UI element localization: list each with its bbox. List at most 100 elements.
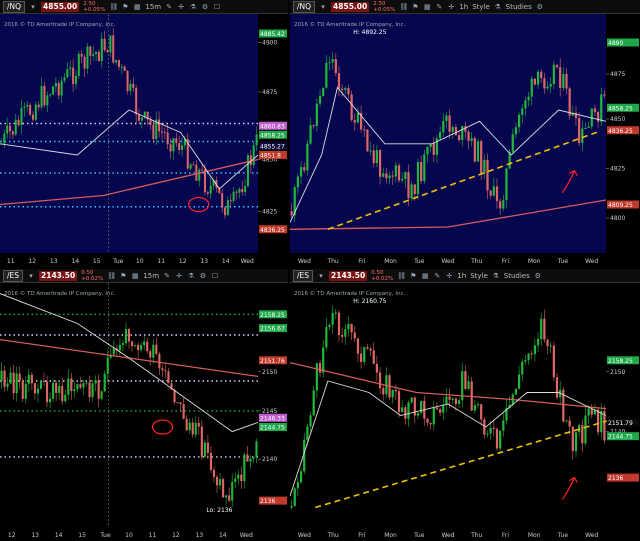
candle-body xyxy=(410,184,413,199)
candle-body xyxy=(244,186,247,193)
dropdown-icon[interactable]: ▾ xyxy=(29,3,37,11)
candle-body xyxy=(394,389,397,392)
candle-body xyxy=(385,173,388,179)
candle-body xyxy=(149,351,152,358)
studies-icon[interactable]: ⚗ xyxy=(189,3,197,11)
candle-body xyxy=(135,87,138,115)
candle-body xyxy=(473,405,476,411)
candle-body xyxy=(536,339,540,346)
symbol-selector[interactable]: /ES xyxy=(3,269,24,282)
candle-body xyxy=(549,345,552,347)
symbol-selector[interactable]: /NQ xyxy=(293,0,316,13)
chart-panel-es-1h[interactable]: /ES ▾ 2143.50 0.50 +0.02% ⛓ ⚑ ▦ ✎ ✛ 1h S… xyxy=(290,269,640,541)
candle-body xyxy=(237,474,240,479)
drawing-icon[interactable]: ✎ xyxy=(165,3,173,11)
crosshair-icon[interactable]: ✛ xyxy=(177,3,185,11)
symbol-selector[interactable]: /NQ xyxy=(3,0,26,13)
studies-icon[interactable]: ⚗ xyxy=(494,3,502,11)
chart-type-icon[interactable]: ▦ xyxy=(133,3,141,11)
candle-body xyxy=(138,114,141,121)
candle-body xyxy=(527,96,530,101)
candle-body xyxy=(46,95,49,106)
crosshair-icon[interactable]: ✛ xyxy=(445,272,453,280)
candle-body xyxy=(587,408,590,416)
candle-body xyxy=(106,357,109,374)
candle-body xyxy=(240,474,243,481)
settings-icon[interactable]: ⚙ xyxy=(199,272,207,280)
chart-panel-nq-1h[interactable]: /NQ ▾ 4855.00 2.50 +0.05% ⛓ ⚑ ▦ ✎ ✛ 1h S… xyxy=(290,0,640,267)
crosshair-icon[interactable]: ✛ xyxy=(175,272,183,280)
studies-menu[interactable]: Studies xyxy=(506,3,532,11)
settings-icon[interactable]: ⚙ xyxy=(201,3,209,11)
timeframe-selector[interactable]: 1h xyxy=(457,272,466,280)
chart-canvas[interactable]: 2016 © TD Ameritrade IP Company, Inc.H: … xyxy=(290,283,640,541)
timeframe-selector[interactable]: 15m xyxy=(143,272,159,280)
timeframe-selector[interactable]: 15m xyxy=(145,3,161,11)
time-axis-label: Wed xyxy=(441,532,454,539)
candle-body xyxy=(249,458,252,462)
time-axis-label: 12 xyxy=(179,258,187,265)
candle-body xyxy=(206,192,209,194)
time-axis-label: 10 xyxy=(136,258,144,265)
chart-panel-nq-15m[interactable]: /NQ ▾ 4855.00 2.50 +0.05% ⛓ ⚑ ▦ 15m ✎ ✛ … xyxy=(0,0,288,267)
candle-body xyxy=(85,382,88,384)
candle-body xyxy=(14,119,17,135)
style-menu[interactable]: Style xyxy=(470,272,488,280)
link-icon[interactable]: ⛓ xyxy=(107,272,116,280)
last-price: 2143.50 xyxy=(329,270,368,281)
time-axis-label: 13 xyxy=(50,258,58,265)
studies-icon[interactable]: ⚗ xyxy=(492,272,500,280)
timeframe-selector[interactable]: 1h xyxy=(459,3,468,11)
candle-body xyxy=(375,363,379,373)
flag-icon[interactable]: ⚑ xyxy=(119,272,127,280)
candle-body xyxy=(552,345,555,378)
dropdown-icon[interactable]: ▾ xyxy=(319,3,327,11)
candle-body xyxy=(167,371,170,384)
candle-body xyxy=(565,73,568,89)
candle-body xyxy=(9,372,12,384)
candle-body xyxy=(309,125,312,144)
chart-canvas[interactable]: 2016 © TD Ameritrade IP Company, Inc.H: … xyxy=(290,14,640,267)
chart-panel-es-15m[interactable]: /ES ▾ 2143.50 0.50 +0.02% ⛓ ⚑ ▦ 15m ✎ ✛ … xyxy=(0,269,288,541)
link-icon[interactable]: ⛓ xyxy=(399,3,408,11)
flag-icon[interactable]: ⚑ xyxy=(411,3,419,11)
maximize-icon[interactable]: ☐ xyxy=(211,272,219,280)
candle-body xyxy=(457,135,461,141)
settings-icon[interactable]: ⚙ xyxy=(534,272,542,280)
candle-body xyxy=(67,378,70,395)
style-menu[interactable]: Style xyxy=(472,3,490,11)
candle-body xyxy=(222,479,225,498)
flag-icon[interactable]: ⚑ xyxy=(409,272,417,280)
crosshair-icon[interactable]: ✛ xyxy=(447,3,455,11)
candle-body xyxy=(495,186,499,202)
studies-icon[interactable]: ⚗ xyxy=(187,272,195,280)
link-icon[interactable]: ⛓ xyxy=(397,272,406,280)
time-axis-label: Wed xyxy=(298,258,311,265)
chart-canvas[interactable]: 2016 © TD Ameritrade IP Company, Inc. Lo:… xyxy=(0,283,288,541)
maximize-icon[interactable]: ☐ xyxy=(213,3,221,11)
symbol-selector[interactable]: /ES xyxy=(293,269,314,282)
flag-icon[interactable]: ⚑ xyxy=(121,3,129,11)
chart-type-icon[interactable]: ▦ xyxy=(131,272,139,280)
chart-type-icon[interactable]: ▦ xyxy=(421,272,429,280)
candle-body xyxy=(181,145,184,151)
drawing-icon[interactable]: ✎ xyxy=(163,272,171,280)
candle-body xyxy=(296,482,300,489)
candle-body xyxy=(52,382,55,399)
candle-body xyxy=(514,127,518,135)
candle-body xyxy=(54,83,57,87)
price-tag-label: 4885.42 xyxy=(260,31,285,38)
drawing-icon[interactable]: ✎ xyxy=(433,272,441,280)
dropdown-icon[interactable]: ▾ xyxy=(317,272,325,280)
candle-body xyxy=(521,361,524,375)
time-axis-label: 10 xyxy=(125,532,133,539)
chart-canvas[interactable]: 2016 © TD Ameritrade IP Company, Inc. 490… xyxy=(0,14,288,267)
candle-body xyxy=(322,347,325,373)
link-icon[interactable]: ⛓ xyxy=(109,3,118,11)
settings-icon[interactable]: ⚙ xyxy=(536,3,544,11)
chart-type-icon[interactable]: ▦ xyxy=(423,3,431,11)
dropdown-icon[interactable]: ▾ xyxy=(27,272,35,280)
drawing-icon[interactable]: ✎ xyxy=(435,3,443,11)
studies-menu[interactable]: Studies xyxy=(504,272,530,280)
candle-body xyxy=(126,70,129,91)
